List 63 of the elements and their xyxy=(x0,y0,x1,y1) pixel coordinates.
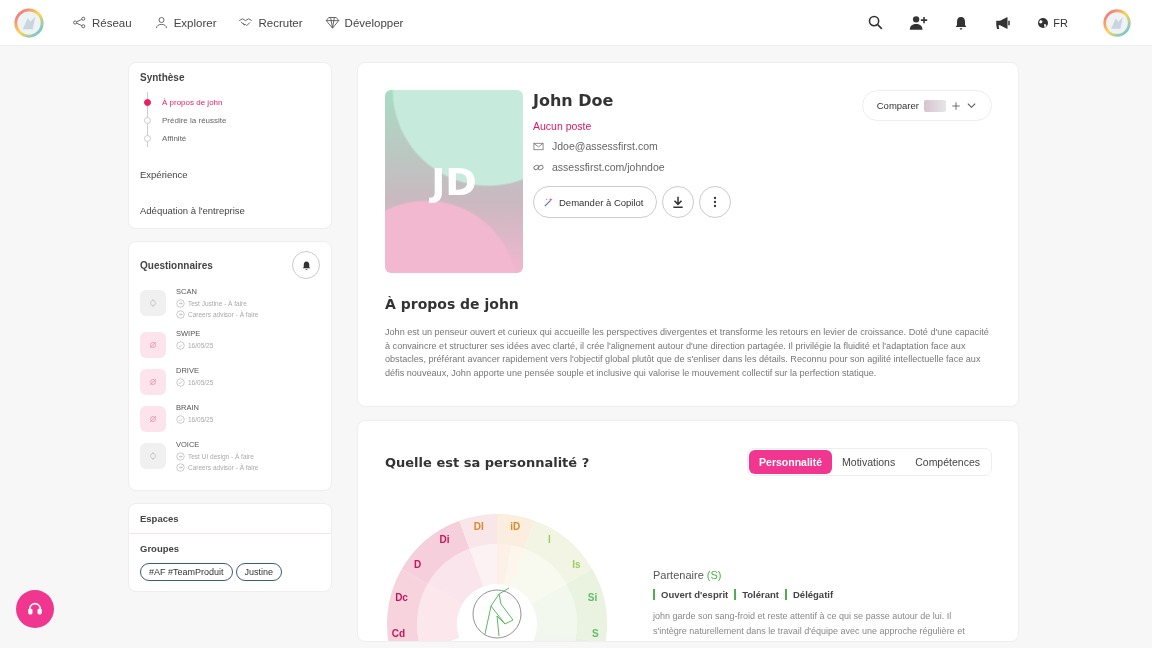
search-icon[interactable] xyxy=(867,14,885,31)
avatar-thumbnail xyxy=(924,99,946,112)
nav-link[interactable]: Recruter xyxy=(238,15,303,30)
avatar-icon[interactable] xyxy=(1103,8,1131,37)
tab[interactable]: Compétences xyxy=(905,450,990,474)
trait-label: Ouvert d'esprit xyxy=(653,589,729,600)
timeline-dot xyxy=(144,99,151,106)
section-title: Groupes xyxy=(140,543,181,554)
wheel-label: Is xyxy=(572,558,581,570)
email-text: Jdoe@assessfirst.com xyxy=(552,140,658,152)
support-button[interactable] xyxy=(16,590,54,628)
wheel-label: S xyxy=(592,628,599,640)
nav-link[interactable]: Développer xyxy=(324,15,404,30)
section-title: Quelle est sa personnalité ? xyxy=(385,454,590,470)
nav-link[interactable]: Réseau xyxy=(72,15,132,30)
compare-button[interactable]: Comparer xyxy=(861,90,992,121)
wheel-label: I xyxy=(548,534,551,546)
wheel-label: Di xyxy=(439,534,450,546)
headset-icon xyxy=(27,601,43,617)
timeline-dot xyxy=(144,117,151,124)
wheel-label: D xyxy=(413,558,422,570)
synthese-step[interactable]: À propos de john xyxy=(162,98,223,107)
synthese-section[interactable]: Expérience xyxy=(140,169,320,180)
copilot-button[interactable]: Demander à Copilot xyxy=(533,186,657,218)
profile-link[interactable]: assessfirst.com/johndoe xyxy=(552,161,665,173)
section-title: Questionnaires xyxy=(140,259,213,271)
wheel-label: Cd xyxy=(391,628,406,640)
section-title: Espaces xyxy=(129,504,331,534)
horse-head-icon xyxy=(472,587,522,639)
profile-initials: JD xyxy=(431,159,477,204)
about-text: John est un penseur ouvert et curieux qui accueille les perspectives divergentes et transforme les retours en levier de croissance. Doté d'une capacité à convaincre et structurer ses idées avec clarté, il crée l'alignement autour d'une direction partagée. Il privilégie la fluidité et l'adaptation face aux obstacles, préférant avancer rapidement vers l'objectif global plutôt que de s'enliser dans les détails. Reconnu pour son agilité intellectuelle face aux défis nouveaux, John apporte une pensée souple et inclusive qui valorise le mouvement collectif sur la perfection statique. xyxy=(385,326,990,380)
timeline-dot xyxy=(144,135,151,142)
add-user-icon[interactable] xyxy=(909,13,929,32)
mail-icon xyxy=(533,140,544,152)
chevron-down-icon xyxy=(966,100,977,111)
tab[interactable]: Motivations xyxy=(832,450,906,474)
profile-description: john garde son sang-froid et reste attentif à ce qui se passe autour de lui. Il s'intègre naturellement dans le travail d'équipe avec une approche régulière et xyxy=(653,610,966,638)
person-icon xyxy=(153,15,169,30)
wheel-label: iD xyxy=(510,520,521,532)
trait-label: Tolérant xyxy=(734,589,779,600)
section-title: Synthèse xyxy=(140,72,186,83)
nav-link[interactable]: Explorer xyxy=(153,15,217,30)
network-icon xyxy=(72,15,87,30)
tab[interactable]: Personnalité xyxy=(749,450,833,474)
magic-wand-icon xyxy=(543,196,554,208)
position-label: Aucun poste xyxy=(533,120,593,132)
about-title: À propos de john xyxy=(385,296,520,312)
globe-icon xyxy=(1037,16,1050,29)
wheel-label: DI xyxy=(473,520,484,532)
synthese-step[interactable]: Affinité xyxy=(162,134,187,143)
synthese-section[interactable]: Adéquation à l'entreprise xyxy=(140,205,320,216)
wheel-label: Si xyxy=(587,591,598,603)
profile-type: Partenaire (S) xyxy=(653,569,723,581)
language-selector[interactable]: FR xyxy=(1037,16,1068,29)
download-button[interactable] xyxy=(661,186,694,218)
trait-label: Délégatif xyxy=(785,589,834,600)
diamond-icon xyxy=(324,15,340,30)
plus-icon xyxy=(951,100,961,111)
download-icon xyxy=(670,195,685,209)
synthese-step[interactable]: Prédire la réussite xyxy=(162,116,227,125)
logo-icon[interactable] xyxy=(14,7,44,38)
candidate-name: John Doe xyxy=(533,91,615,110)
wheel-label: Dc xyxy=(395,591,408,603)
